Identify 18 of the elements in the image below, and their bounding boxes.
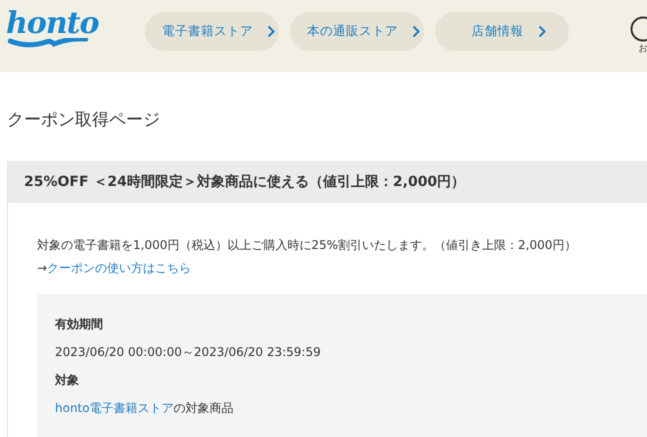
detail-value: honto電子書籍ストアの対象商品 [55,400,235,417]
page-title: クーポン取得ページ [7,109,161,131]
account-label[interactable]: お [638,42,647,55]
chevron-icon [267,25,275,38]
chevron-icon [538,25,546,38]
nav-button[interactable]: 本の通販ストア [290,12,424,51]
coupon-title: 25%OFF ＜24時間限定＞対象商品に使える（値引上限：2,000円） [8,161,647,203]
detail-label: 対象 [55,372,80,389]
detail-label: 有効期間 [55,316,104,333]
honto-logo[interactable]: honto [6,6,98,52]
coupon-description: 対象の電子書籍を1,000円（税込）以上ご購入時に25%割引いたします。（値引き上限：2,000円） [37,237,578,254]
nav-button[interactable]: 店舗情報 [434,12,568,51]
chevron-icon [412,25,420,38]
help-link[interactable]: クーポンの使い方はこちら [47,261,192,275]
store-link[interactable]: honto電子書籍ストア [55,401,174,415]
help-text: →クーポンの使い方はこちら [37,260,192,277]
nav-button[interactable]: 電子書籍ストア [144,12,278,51]
detail-value: 2023/06/20 00:00:00～2023/06/20 23:59:59 [55,344,322,361]
